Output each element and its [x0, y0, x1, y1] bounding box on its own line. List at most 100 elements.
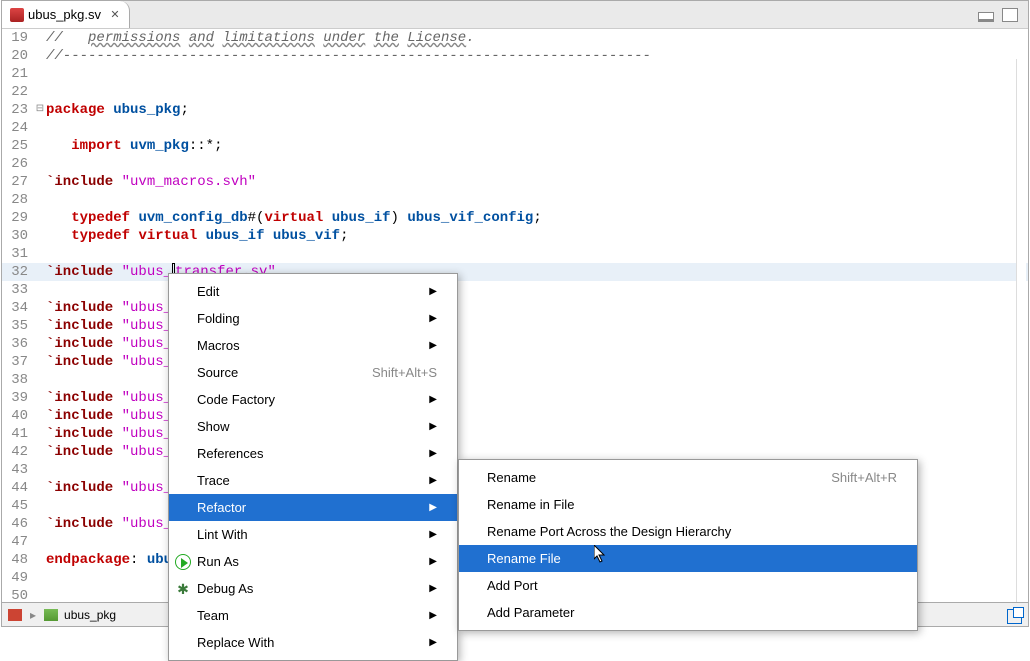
code-line[interactable]: 30 typedef virtual ubus_if ubus_vif;	[2, 227, 1028, 245]
fold-marker	[34, 479, 46, 497]
code-line[interactable]: 21	[2, 65, 1028, 83]
editor-tab[interactable]: ubus_pkg.sv ✕	[2, 1, 130, 28]
code-line[interactable]: 28	[2, 191, 1028, 209]
fold-marker	[34, 317, 46, 335]
code-line[interactable]: 26	[2, 155, 1028, 173]
menu-item-label: Folding	[197, 311, 240, 326]
submenu-arrow-icon: ▶	[429, 421, 437, 432]
fold-marker	[34, 587, 46, 602]
code-text[interactable]	[46, 65, 1028, 83]
code-line[interactable]: 40`include "ubus_	[2, 407, 1028, 425]
menu-item-code-factory[interactable]: Code Factory▶	[169, 386, 457, 413]
line-number: 49	[2, 569, 34, 587]
menu-item-folding[interactable]: Folding ▶	[169, 305, 457, 332]
maximize-icon[interactable]	[1002, 8, 1018, 22]
menu-item-refactor[interactable]: Refactor▶	[169, 494, 457, 521]
menu-item-references[interactable]: References▶	[169, 440, 457, 467]
code-line[interactable]: 24	[2, 119, 1028, 137]
code-line[interactable]: 22	[2, 83, 1028, 101]
code-text[interactable]	[46, 191, 1028, 209]
submenu-arrow-icon: ▶	[429, 313, 437, 324]
menu-item-macros[interactable]: Macros▶	[169, 332, 457, 359]
code-text[interactable]: //--------------------------------------…	[46, 47, 1028, 65]
menu-item-label: Run As	[197, 554, 239, 569]
code-line[interactable]: 19// permissions and limitations under t…	[2, 29, 1028, 47]
line-number: 22	[2, 83, 34, 101]
code-line[interactable]: 41`include "ubus_	[2, 425, 1028, 443]
menu-item-label: Rename File	[487, 551, 561, 566]
menu-item-label: Rename in File	[487, 497, 574, 512]
submenu-arrow-icon: ▶	[429, 502, 437, 513]
fold-marker	[34, 227, 46, 245]
tab-title: ubus_pkg.sv	[28, 7, 101, 22]
code-line[interactable]: 32`include "ubus_transfer.sv"	[2, 263, 1028, 281]
fold-marker	[34, 47, 46, 65]
code-line[interactable]: 23⊟package ubus_pkg;	[2, 101, 1028, 119]
line-number: 31	[2, 245, 34, 263]
code-text[interactable]: typedef uvm_config_db#(virtual ubus_if) …	[46, 209, 1028, 227]
fold-marker	[34, 353, 46, 371]
menu-item-label: Rename	[487, 470, 536, 485]
menu-item-edit[interactable]: Edit▶	[169, 278, 457, 305]
menu-item-team[interactable]: Team▶	[169, 602, 457, 629]
menu-item-rename-port-across-the-design-hierarchy[interactable]: Rename Port Across the Design Hierarchy	[459, 518, 917, 545]
menu-item-label: Replace With	[197, 635, 274, 650]
code-text[interactable]	[46, 245, 1028, 263]
refactor-submenu[interactable]: RenameShift+Alt+R Rename in File Rename Po…	[458, 459, 918, 631]
breadcrumb-item[interactable]: ubus_pkg	[64, 608, 116, 622]
line-number: 43	[2, 461, 34, 479]
submenu-arrow-icon: ▶	[429, 340, 437, 351]
menu-item-label: Debug As	[197, 581, 253, 596]
menu-item-rename[interactable]: RenameShift+Alt+R	[459, 464, 917, 491]
submenu-arrow-icon: ▶	[429, 286, 437, 297]
code-text[interactable]: typedef virtual ubus_if ubus_vif;	[46, 227, 1028, 245]
menu-item-lint-with[interactable]: Lint With▶	[169, 521, 457, 548]
debug-icon	[175, 581, 191, 597]
code-line[interactable]: 36`include "ubus_	[2, 335, 1028, 353]
fold-marker	[34, 299, 46, 317]
code-text[interactable]: // permissions and limitations under the…	[46, 29, 1028, 47]
line-number: 32	[2, 263, 34, 281]
code-line[interactable]: 37`include "ubus_	[2, 353, 1028, 371]
file-icon	[10, 8, 24, 22]
code-line[interactable]: 38	[2, 371, 1028, 389]
fold-marker	[34, 245, 46, 263]
code-line[interactable]: 35`include "ubus_	[2, 317, 1028, 335]
code-text[interactable]	[46, 83, 1028, 101]
fold-marker	[34, 551, 46, 569]
code-line[interactable]: 34`include "ubus_	[2, 299, 1028, 317]
menu-item-source[interactable]: SourceShift+Alt+S	[169, 359, 457, 386]
menu-item-label: References	[197, 446, 263, 461]
code-text[interactable]	[46, 155, 1028, 173]
code-text[interactable]: package ubus_pkg;	[46, 101, 1028, 119]
code-line[interactable]: 20//------------------------------------…	[2, 47, 1028, 65]
menu-item-debug-as[interactable]: Debug As▶	[169, 575, 457, 602]
overview-ruler[interactable]	[1016, 59, 1026, 602]
code-text[interactable]	[46, 119, 1028, 137]
menu-item-replace-with[interactable]: Replace With▶	[169, 629, 457, 656]
fold-marker[interactable]: ⊟	[34, 101, 46, 119]
code-line[interactable]: 29 typedef uvm_config_db#(virtual ubus_i…	[2, 209, 1028, 227]
line-number: 37	[2, 353, 34, 371]
menu-item-show[interactable]: Show▶	[169, 413, 457, 440]
close-icon[interactable]: ✕	[109, 9, 121, 21]
code-line[interactable]: 31	[2, 245, 1028, 263]
code-line[interactable]: 33	[2, 281, 1028, 299]
menu-item-add-parameter[interactable]: Add Parameter	[459, 599, 917, 626]
code-line[interactable]: 25 import uvm_pkg::*;	[2, 137, 1028, 155]
code-line[interactable]: 39`include "ubus_	[2, 389, 1028, 407]
menu-item-rename-file[interactable]: Rename File	[459, 545, 917, 572]
restore-icon[interactable]	[1007, 609, 1022, 624]
line-number: 45	[2, 497, 34, 515]
menu-item-run-as[interactable]: Run As▶	[169, 548, 457, 575]
minimize-icon[interactable]	[978, 12, 994, 22]
code-text[interactable]: import uvm_pkg::*;	[46, 137, 1028, 155]
code-line[interactable]: 27`include "uvm_macros.svh"	[2, 173, 1028, 191]
code-text[interactable]: `include "uvm_macros.svh"	[46, 173, 1028, 191]
menu-item-label: Lint With	[197, 527, 248, 542]
fold-marker	[34, 29, 46, 47]
menu-item-rename-in-file[interactable]: Rename in File	[459, 491, 917, 518]
context-menu[interactable]: Edit▶Folding▶Macros▶SourceShift+Alt+SCod…	[168, 273, 458, 661]
menu-item-add-port[interactable]: Add Port	[459, 572, 917, 599]
menu-item-trace[interactable]: Trace▶	[169, 467, 457, 494]
